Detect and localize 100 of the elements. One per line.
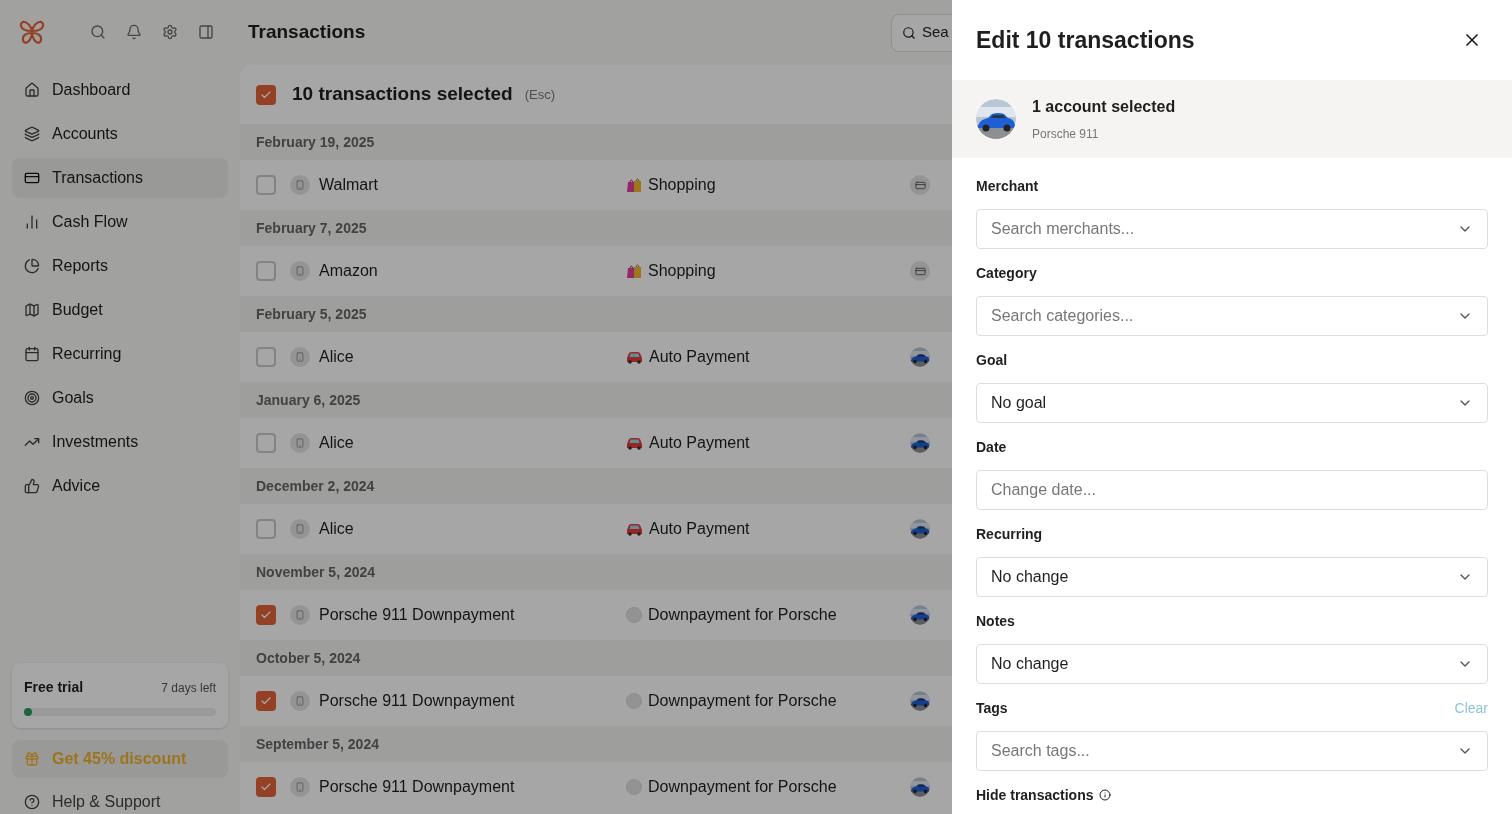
- target-icon: [24, 390, 40, 406]
- checkbox[interactable]: [256, 605, 276, 625]
- card-icon: [24, 170, 40, 186]
- merchant-name: Alice: [319, 519, 355, 539]
- category-label: Shopping: [648, 175, 716, 195]
- nav-item[interactable]: Reports: [12, 246, 228, 286]
- merchant-logo-icon: [290, 777, 310, 797]
- date-header: January 6, 2025: [256, 390, 361, 410]
- trial-title: Free trial: [24, 678, 84, 697]
- checkbox[interactable]: [256, 433, 276, 453]
- category-label: Auto Payment: [649, 347, 750, 367]
- merchant-name: Amazon: [319, 261, 379, 281]
- page-title: Transactions: [248, 20, 366, 45]
- check-icon: [260, 609, 272, 621]
- home-icon: [24, 82, 40, 98]
- account-name: Porsche 911: [1032, 126, 1100, 143]
- calendar-icon: [24, 346, 40, 362]
- layers-icon: [24, 126, 40, 142]
- card-icon: [910, 261, 930, 281]
- merchant-name: Porsche 911 Downpayment: [319, 691, 516, 711]
- checkbox[interactable]: [256, 519, 276, 539]
- panel-icon[interactable]: [198, 24, 214, 40]
- date-header: February 7, 2025: [256, 218, 367, 238]
- settings-icon[interactable]: [162, 24, 178, 40]
- nav-item[interactable]: Cash Flow: [12, 202, 228, 242]
- merchant-logo-icon: [290, 691, 310, 711]
- shopping-bag-icon: [626, 177, 642, 193]
- nav-item[interactable]: Accounts: [12, 114, 228, 154]
- select-field[interactable]: Search categories...: [976, 296, 1488, 336]
- merchant-logo-icon: [290, 347, 310, 367]
- select-field[interactable]: No goal: [976, 383, 1488, 423]
- merchant-name: Porsche 911 Downpayment: [319, 777, 516, 797]
- merchant-name: Porsche 911 Downpayment: [319, 605, 516, 625]
- category-label: Shopping: [648, 261, 716, 281]
- merchant-logo-icon: [290, 175, 310, 195]
- nav-item[interactable]: Goals: [12, 378, 228, 418]
- date-header: November 5, 2024: [256, 562, 376, 582]
- select-field[interactable]: Search merchants...: [976, 209, 1488, 249]
- merchant-name: Alice: [319, 433, 355, 453]
- nav-item[interactable]: Dashboard: [12, 70, 228, 110]
- field-label: Recurring: [976, 524, 1043, 544]
- merchant-name: Alice: [319, 347, 355, 367]
- nav-item[interactable]: Budget: [12, 290, 228, 330]
- help-icon: [24, 794, 40, 810]
- help-link[interactable]: Help & Support: [12, 790, 228, 814]
- category-label: Downpayment for Porsche: [648, 777, 837, 797]
- selection-count: 10 transactions selected: [292, 82, 513, 107]
- shopping-bag-icon: [626, 263, 642, 279]
- select-field[interactable]: Search tags...: [976, 731, 1488, 771]
- check-icon: [260, 781, 272, 793]
- pie-chart-icon: [24, 258, 40, 274]
- date-header: October 5, 2024: [256, 648, 361, 668]
- field-label: Goal: [976, 350, 1008, 370]
- date-field[interactable]: Change date...: [976, 470, 1488, 510]
- category-label: Auto Payment: [649, 433, 750, 453]
- search-icon[interactable]: [90, 24, 106, 40]
- checkbox[interactable]: [256, 261, 276, 281]
- date-header: February 19, 2025: [256, 132, 375, 152]
- category-label: Downpayment for Porsche: [648, 605, 837, 625]
- merchant-logo-icon: [290, 605, 310, 625]
- nav-item[interactable]: Investments: [12, 422, 228, 462]
- field-label: Date: [976, 437, 1007, 457]
- escape-hint: (Esc): [524, 85, 556, 104]
- merchant-logo-icon: [290, 433, 310, 453]
- date-header: February 5, 2025: [256, 304, 367, 324]
- account-count: 1 account selected: [1032, 97, 1176, 117]
- merchant-name: Walmart: [319, 175, 379, 195]
- checkbox[interactable]: [256, 691, 276, 711]
- category-label: Downpayment for Porsche: [648, 691, 837, 711]
- select-field[interactable]: No change: [976, 557, 1488, 597]
- field-label: Category: [976, 263, 1037, 283]
- nav-item[interactable]: Transactions: [12, 158, 228, 198]
- checkbox[interactable]: [256, 84, 276, 105]
- field-label: Notes: [976, 611, 1015, 631]
- car-icon: [626, 350, 643, 364]
- date-header: December 2, 2024: [256, 476, 375, 496]
- butterfly-logo[interactable]: [18, 18, 46, 46]
- thumbs-up-icon: [24, 478, 40, 494]
- search-icon: [902, 25, 916, 40]
- card-icon: [910, 175, 930, 195]
- field-label: Merchant: [976, 176, 1039, 196]
- bar-chart-icon: [24, 214, 40, 230]
- nav-item[interactable]: Recurring: [12, 334, 228, 374]
- checkbox[interactable]: [256, 777, 276, 797]
- select-field[interactable]: No change: [976, 644, 1488, 684]
- nav-item[interactable]: Advice: [12, 466, 228, 506]
- merchant-logo-icon: [290, 261, 310, 281]
- info-icon: [1099, 789, 1112, 801]
- car-icon: [626, 436, 643, 450]
- category-label: Auto Payment: [649, 519, 750, 539]
- gift-icon: [24, 751, 40, 767]
- map-icon: [24, 302, 40, 318]
- trial-remaining: 7 days left: [161, 679, 216, 697]
- merchant-logo-icon: [290, 519, 310, 539]
- date-header: September 5, 2024: [256, 734, 379, 754]
- bell-icon[interactable]: [126, 24, 142, 40]
- check-icon: [260, 695, 272, 707]
- checkbox[interactable]: [256, 347, 276, 367]
- drawer-title: Edit 10 transactions: [976, 25, 1195, 55]
- checkbox[interactable]: [256, 175, 276, 195]
